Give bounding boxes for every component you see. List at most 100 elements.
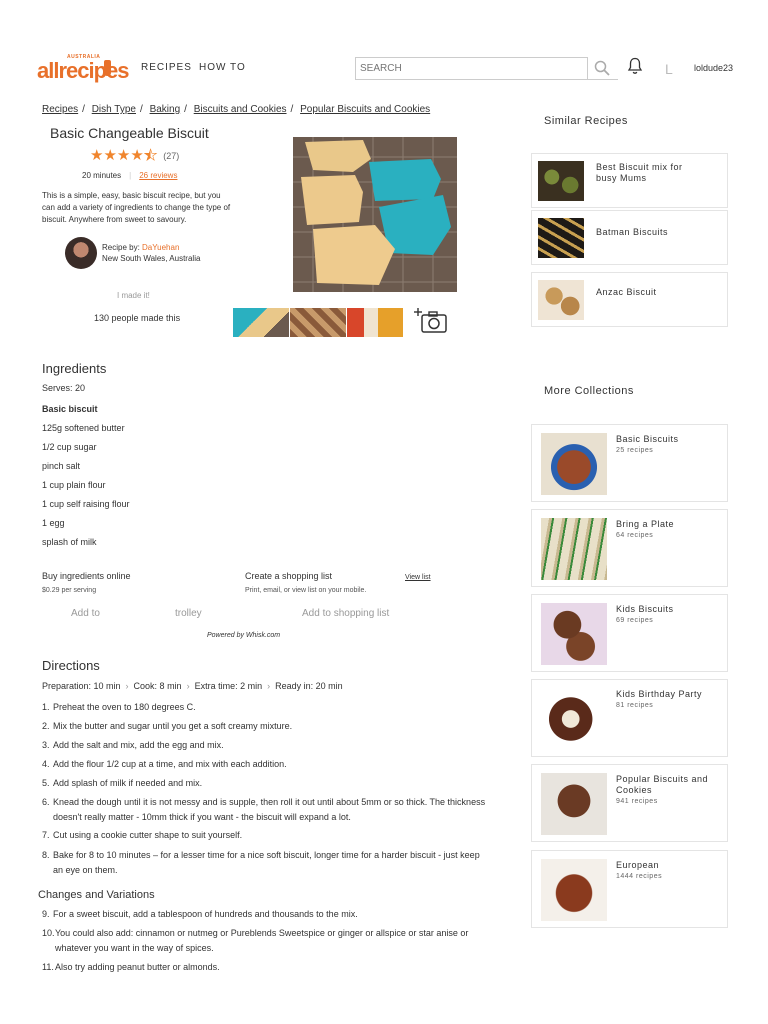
directions-title: Directions	[42, 658, 100, 673]
author-location: New South Wales, Australia	[102, 254, 201, 263]
direction-step[interactable]: 3. Add the salt and mix, add the egg and …	[42, 738, 522, 753]
direction-step[interactable]: 5. Add splash of milk if needed and mix.	[42, 776, 522, 791]
breadcrumb-recipes[interactable]: Recipes	[42, 104, 78, 115]
search-icon[interactable]	[594, 60, 610, 76]
direction-step[interactable]: 2. Mix the butter and sugar until you get…	[42, 719, 522, 734]
collection-title: Bring a Plate	[616, 519, 675, 529]
ingredient-item[interactable]: 1/2 cup sugar	[42, 442, 97, 452]
ingredient-group-title: Basic biscuit	[42, 404, 98, 414]
ingredient-item[interactable]: 1 cup self raising flour	[42, 499, 130, 509]
collection-thumbnail	[541, 859, 607, 921]
collection-count: 1444 recipes	[616, 873, 663, 880]
collection-thumbnail	[541, 603, 607, 665]
prep-time: Preparation: 10 min	[42, 681, 121, 691]
recipe-description: This is a simple, easy, basic biscuit re…	[42, 191, 231, 224]
collection-title: European	[616, 860, 660, 870]
recipe-photo[interactable]	[293, 137, 457, 292]
made-count: 130 people made this	[94, 313, 181, 323]
collection-thumbnail	[541, 518, 607, 580]
variations-title: Changes and Variations	[38, 889, 155, 901]
direction-step[interactable]: 7. Cut using a cookie cutter shape to sui…	[42, 828, 522, 843]
collection-thumbnail	[541, 688, 607, 750]
star-icon: ★	[116, 147, 131, 164]
cook-time: Cook: 8 min	[133, 681, 182, 691]
author-name[interactable]: DaYuehan	[142, 243, 179, 252]
user-initial[interactable]: L	[665, 61, 673, 77]
rating-count: (27)	[163, 150, 180, 161]
photo-thumbnail[interactable]	[290, 308, 346, 337]
nav-how-to[interactable]: HOW TO	[199, 62, 246, 73]
cooling-rack	[293, 137, 457, 292]
collection-title: Kids Biscuits	[616, 604, 674, 614]
more-collections-title: More Collections	[544, 385, 634, 397]
direction-step[interactable]: 8. Bake for 8 to 10 minutes – for a lesse…	[42, 848, 522, 878]
add-to-shopping-list-button[interactable]: Add to shopping list	[302, 608, 389, 619]
ingredient-item[interactable]: 125g softened butter	[42, 423, 125, 433]
ingredient-item[interactable]: pinch salt	[42, 461, 80, 471]
author-info: Recipe by: DaYuehan New South Wales, Aus…	[102, 242, 200, 264]
direction-step[interactable]: 1. Preheat the oven to 180 degrees C.	[42, 700, 522, 715]
half-star-icon: ★	[143, 147, 158, 164]
collection-thumbnail	[541, 773, 607, 835]
variation-step[interactable]: 9. For a sweet biscuit, add a tablespoon …	[42, 907, 522, 922]
collection-thumbnail	[541, 433, 607, 495]
collection-card[interactable]: Basic Biscuits 25 recipes	[531, 424, 728, 502]
recipe-meta: 20 minutes | 26 reviews	[82, 171, 178, 180]
create-list-label: Create a shopping list	[245, 571, 333, 581]
nav-recipes[interactable]: RECIPES	[141, 62, 192, 73]
similar-recipe-title: Anzac Biscuit	[596, 287, 657, 297]
bell-icon[interactable]	[627, 57, 643, 75]
collection-card[interactable]: Kids Birthday Party 81 recipes	[531, 679, 728, 757]
collection-title: Popular Biscuits and Cookies	[616, 774, 709, 795]
breadcrumb-baking[interactable]: Baking	[150, 104, 181, 115]
username[interactable]: loldude23	[694, 63, 733, 73]
made-it-button[interactable]: I made it!	[117, 291, 150, 300]
variation-step[interactable]: 10.You could also add: cinnamon or nutme…	[42, 926, 522, 956]
ingredient-item[interactable]: splash of milk	[42, 537, 97, 547]
create-list-sub: Print, email, or view list on your mobil…	[245, 587, 367, 594]
add-to-trolley-button[interactable]: Add to	[71, 608, 100, 619]
collection-card[interactable]: Bring a Plate 64 recipes	[531, 509, 728, 587]
prep-times: Preparation: 10 min › Cook: 8 min › Extra ti…	[42, 681, 343, 691]
direction-step[interactable]: 6. Knead the dough until it is not messy …	[42, 795, 522, 825]
collection-count: 69 recipes	[616, 617, 654, 624]
author-label: Recipe by:	[102, 243, 143, 252]
price-per-serving: $0.29 per serving	[42, 587, 97, 594]
similar-recipe-title: Batman Biscuits	[596, 227, 669, 237]
total-time: 20 minutes	[82, 171, 122, 180]
star-rating[interactable]: ★ ★ ★ ★ ★ (27)	[90, 147, 180, 164]
similar-recipe-card[interactable]: Best Biscuit mix for busy Mums	[531, 153, 728, 208]
variation-step[interactable]: 11.Also try adding peanut butter or almo…	[42, 960, 522, 975]
ready-time: Ready in: 20 min	[275, 681, 343, 691]
ingredient-item[interactable]: 1 egg	[42, 518, 65, 528]
photo-thumbnail[interactable]	[347, 308, 403, 337]
search-input[interactable]	[355, 57, 588, 80]
photo-thumbnail[interactable]	[233, 308, 289, 337]
collection-count: 941 recipes	[616, 798, 658, 805]
collection-card[interactable]: Kids Biscuits 69 recipes	[531, 594, 728, 672]
recipe-thumbnail	[538, 218, 584, 258]
recipe-thumbnail	[538, 161, 584, 201]
breadcrumb-dish-type[interactable]: Dish Type	[92, 104, 136, 115]
author-avatar[interactable]	[65, 237, 97, 269]
view-list-link[interactable]: View list	[405, 574, 431, 581]
ingredient-item[interactable]: 1 cup plain flour	[42, 480, 106, 490]
add-photo-camera-icon[interactable]	[414, 307, 448, 335]
trolley-label[interactable]: trolley	[175, 608, 202, 619]
direction-step[interactable]: 4. Add the flour 1/2 cup at a time, and m…	[42, 757, 522, 772]
similar-recipe-card[interactable]: Anzac Biscuit	[531, 272, 728, 327]
powered-by-whisk: Powered by Whisk.com	[207, 632, 281, 639]
collection-count: 25 recipes	[616, 447, 654, 454]
breadcrumb-biscuits-and-cookies[interactable]: Biscuits and Cookies	[194, 104, 287, 115]
serves: Serves: 20	[42, 383, 86, 393]
star-icon: ★	[90, 147, 104, 164]
search-underline	[588, 79, 618, 80]
similar-recipe-card[interactable]: Batman Biscuits	[531, 210, 728, 265]
reviews-link[interactable]: 26 reviews	[139, 171, 177, 180]
breadcrumb-popular-biscuits[interactable]: Popular Biscuits and Cookies	[300, 104, 430, 115]
collection-card[interactable]: Popular Biscuits and Cookies 941 recipes	[531, 764, 728, 842]
collection-card[interactable]: European 1444 recipes	[531, 850, 728, 928]
chef-hat-icon	[104, 60, 111, 76]
breadcrumb: Recipes / Dish Type / Baking / Biscuits and…	[42, 104, 431, 115]
collection-title: Basic Biscuits	[616, 434, 679, 444]
